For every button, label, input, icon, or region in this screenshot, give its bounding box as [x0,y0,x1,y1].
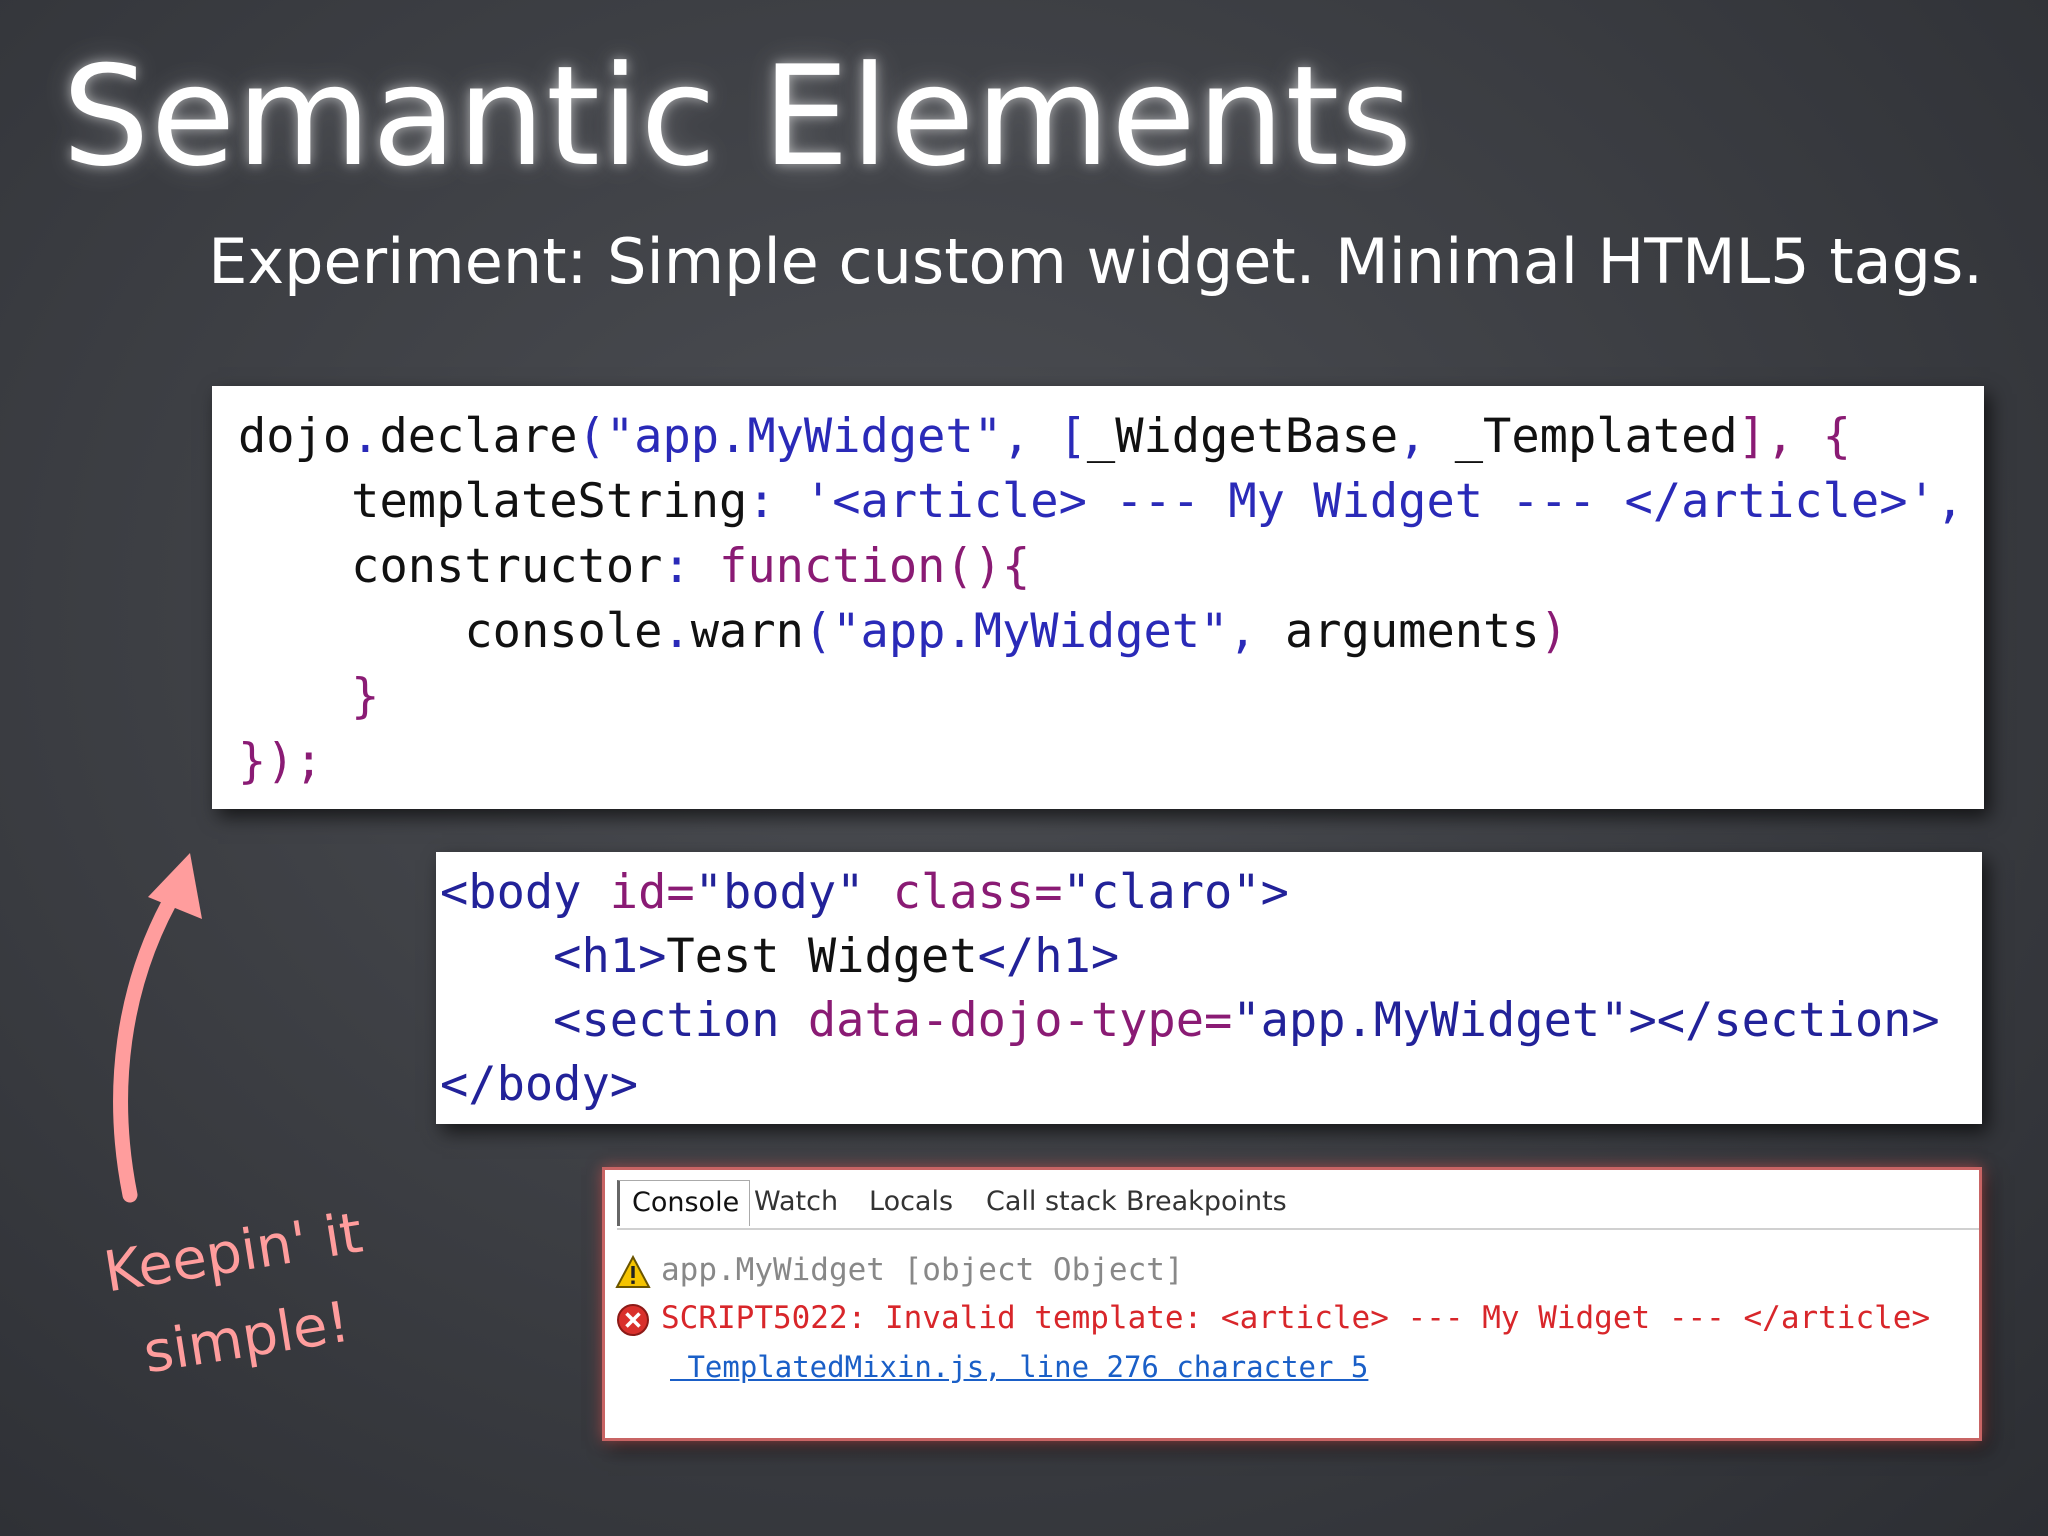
code-token: ("app.MyWidget", [803,604,1285,659]
code-token: (){ [945,539,1031,594]
console-error-message: SCRIPT5022: Invalid template: <article> … [615,1300,1930,1338]
html-code-panel: <body id="body" class="claro"> <h1>Test … [436,852,1982,1124]
code-token: class= [864,865,1063,920]
code-token: warn [690,604,804,659]
error-text: SCRIPT5022: Invalid template: <article> … [661,1300,1931,1336]
code-token: <body [440,865,582,920]
code-token: , [1398,409,1455,464]
code-token: arguments [1284,604,1540,659]
js-code-line: constructor: function(){ [238,539,1030,594]
code-token: function [719,539,946,594]
console-warning-message: app.MyWidget [object Object] [615,1252,1184,1290]
html-code-line: <section data-dojo-type="app.MyWidget"><… [440,993,1940,1048]
code-token: "body" [694,865,865,920]
js-code-line: templateString: '<article> --- My Widget… [238,474,1964,529]
html-code-block: <body id="body" class="claro"> <h1>Test … [436,852,1982,1117]
keepin-it-simple-callout: Keepin' it simple! [69,1186,412,1406]
code-token: . [662,604,691,659]
js-code-line: console.warn("app.MyWidget", arguments) [238,604,1568,659]
code-token: }); [238,734,323,789]
code-token: dojo [238,409,352,464]
tab-call-stack[interactable]: Call stack [986,1186,1117,1217]
error-circle-icon [617,1303,649,1336]
code-token: ("app [577,409,720,464]
slide-subtitle: Experiment: Simple custom widget. Minima… [208,225,1983,298]
js-code-block: dojo.declare("app.MyWidget", [_WidgetBas… [212,386,1984,794]
curved-arrow-icon [113,853,202,1203]
code-token: : [747,474,804,529]
devtools-console-panel: Console Watch Locals Call stack Breakpoi… [602,1167,1982,1441]
code-token: _Templated [1454,409,1738,464]
html-code-line: <body id="body" class="claro"> [440,865,1289,920]
code-token: </h1> [977,929,1120,984]
code-token: . [719,409,748,464]
code-token: Test Widget [666,929,978,984]
tab-breakpoints[interactable]: Breakpoints [1126,1186,1287,1217]
slide-title: Semantic Elements [62,36,1414,197]
code-token: _WidgetBase [1086,409,1399,464]
code-token: id= [581,865,695,920]
code-token: console [238,604,663,659]
code-token: constructor [238,539,663,594]
js-code-panel: dojo.declare("app.MyWidget", [_WidgetBas… [212,386,1984,809]
code-token: ], { [1737,409,1851,464]
code-token: : [662,539,720,594]
code-token: . [351,409,380,464]
code-token: "app.MyWidget" [1232,993,1629,1048]
code-token: MyWidget", [ [747,409,1087,464]
code-token: "claro" [1062,865,1261,920]
js-code-line: dojo.declare("app.MyWidget", [_WidgetBas… [238,409,1851,464]
code-token: <h1> [440,929,667,984]
warning-text: app.MyWidget [object Object] [661,1252,1184,1288]
code-token: data-dojo-type= [779,993,1233,1048]
code-token: declare [379,409,578,464]
html-code-line: </body> [440,1057,638,1112]
warning-triangle-icon [615,1254,651,1288]
devtools-tab-bar: Console Watch Locals Call stack Breakpoi… [617,1180,1979,1230]
code-token: ></section> [1628,993,1940,1048]
html-code-line: <h1>Test Widget</h1> [440,929,1119,984]
js-code-line: } [238,669,379,724]
code-token: } [238,669,380,724]
code-token: ) [1539,604,1568,659]
code-token: > [1260,865,1289,920]
code-token: <section [440,993,780,1048]
js-code-line: }); [238,734,323,789]
tab-console[interactable]: Console [617,1180,751,1226]
code-token: '<article> --- My Widget --- </article>'… [803,474,1965,529]
tab-locals[interactable]: Locals [869,1186,953,1217]
tab-watch[interactable]: Watch [754,1186,838,1217]
code-token: </body> [440,1057,639,1112]
code-token: templateString [238,474,748,529]
source-location-link[interactable]: TemplatedMixin.js, line 276 character 5 [670,1350,1368,1384]
